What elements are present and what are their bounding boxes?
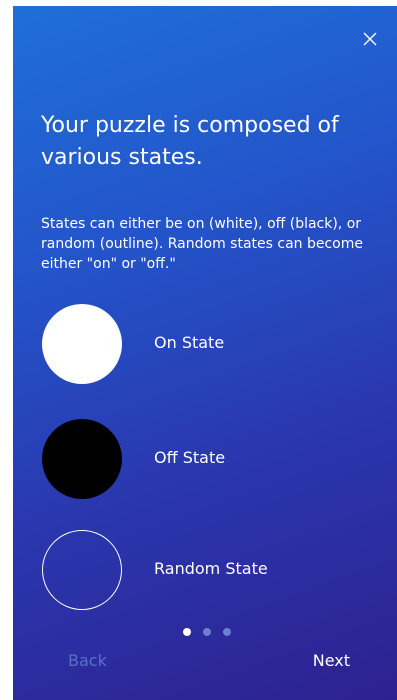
page-dot-3[interactable] (223, 628, 231, 636)
on-state-label: On State (154, 333, 225, 352)
state-row-on: On State (42, 304, 382, 384)
random-state-circle-icon (42, 530, 122, 610)
tutorial-modal: Your puzzle is composed of various state… (13, 6, 397, 700)
off-state-label: Off State (154, 448, 226, 467)
pagination-dots (183, 628, 243, 638)
modal-title: Your puzzle is composed of various state… (41, 113, 339, 170)
random-state-label: Random State (154, 559, 268, 578)
page-dot-2[interactable] (203, 628, 211, 636)
next-button[interactable]: Next (313, 650, 350, 672)
back-button[interactable]: Back (68, 650, 107, 672)
page-dot-1[interactable] (183, 628, 191, 636)
close-icon[interactable] (361, 30, 379, 48)
state-row-off: Off State (42, 419, 382, 499)
state-row-random: Random State (42, 530, 382, 610)
off-state-circle-icon (42, 419, 122, 499)
on-state-circle-icon (42, 304, 122, 384)
modal-description: States can either be on (white), off (bl… (41, 216, 363, 272)
